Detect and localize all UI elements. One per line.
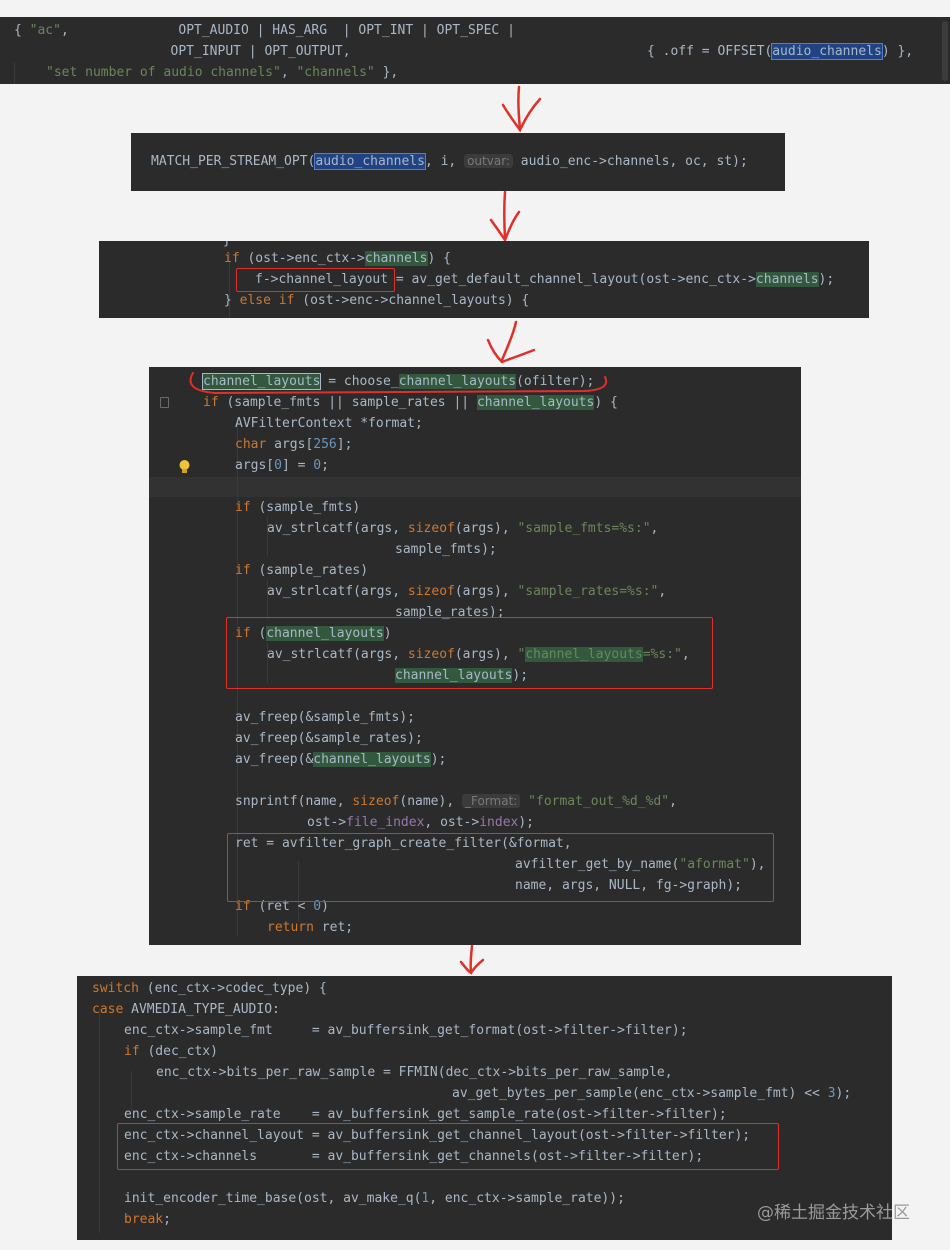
hand-drawn-arrow-icon [459, 944, 485, 975]
code-line: break; [124, 1212, 171, 1227]
code-line: MATCH_PER_STREAM_OPT(audio_channels, i, … [151, 153, 748, 170]
hand-drawn-arrow-icon [486, 320, 536, 364]
param-hint: _Format: [462, 794, 521, 808]
code-line: if (sample_rates) [235, 563, 369, 578]
annotation-box [117, 1123, 779, 1170]
code-line: } else if (ost->enc->channel_layouts) { [224, 293, 530, 308]
code-line: AVFilterContext *format; [235, 416, 423, 431]
code-line: switch (enc_ctx->codec_type) { [92, 981, 327, 996]
code-line: return ret; [267, 920, 354, 935]
annotation-box [226, 617, 713, 689]
identifier-highlight: audio_channels [771, 43, 883, 60]
code-line: enc_ctx->sample_fmt = av_buffersink_get_… [124, 1023, 688, 1038]
code-line: ost->file_index, ost->index); [307, 815, 535, 830]
code-line: args[0] = 0; [235, 458, 329, 473]
lightbulb-icon[interactable] [178, 459, 191, 475]
annotation-underline [189, 372, 608, 395]
code-line: av_freep(&sample_rates); [235, 731, 423, 746]
code-line: enc_ctx->bits_per_raw_sample = FFMIN(dec… [156, 1065, 673, 1080]
code-line: av_freep(&sample_fmts); [235, 710, 416, 725]
identifier-highlight: channel_layouts [313, 752, 431, 767]
code-line: if (ost->enc_ctx->channels) { [224, 251, 451, 266]
code-line: { .off = OFFSET(audio_channels) }, [647, 43, 914, 60]
code-line: sample_fmts); [395, 542, 497, 557]
code-line: av_strlcatf(args, sizeof(args), "sample_… [267, 521, 659, 536]
current-line-highlight [149, 477, 801, 497]
annotation-box [236, 268, 395, 292]
code-line: OPT_INPUT | OPT_OUTPUT, [14, 44, 351, 59]
fold-marker-icon[interactable] [160, 397, 169, 408]
code-line: if (sample_fmts) [235, 500, 361, 515]
param-hint: outvar: [464, 154, 513, 168]
code-panel-option-def: { "ac", OPT_AUDIO | HAS_ARG | OPT_INT | … [0, 17, 950, 84]
code-line: av_freep(&channel_layouts); [235, 752, 447, 767]
code-line: char args[256]; [235, 437, 353, 452]
code-line: { "ac", OPT_AUDIO | HAS_ARG | OPT_INT | … [14, 23, 515, 38]
code-line: av_get_bytes_per_sample(enc_ctx->sample_… [452, 1086, 852, 1101]
code-panel-channel-layout: } if (ost->enc_ctx->channels) { f->chann… [99, 241, 869, 318]
code-line: case AVMEDIA_TYPE_AUDIO: [92, 1002, 280, 1017]
code-panel-filter-config: channel_layouts = choose_channel_layouts… [149, 367, 801, 945]
scrollbar[interactable] [942, 21, 948, 81]
code-line: "set number of audio channels", "channel… [46, 65, 399, 80]
code-panel-match-per-stream: MATCH_PER_STREAM_OPT(audio_channels, i, … [131, 133, 785, 191]
identifier-highlight: audio_channels [314, 153, 426, 170]
identifier-highlight: channels [364, 251, 428, 266]
code-line: if (dec_ctx) [124, 1044, 218, 1059]
watermark: @稀土掘金技术社区 [757, 1203, 910, 1223]
code-line: snprintf(name, sizeof(name), _Format: "f… [235, 794, 677, 809]
code-line: enc_ctx->sample_rate = av_buffersink_get… [124, 1107, 727, 1122]
hand-drawn-arrow-icon [501, 85, 542, 133]
code-line: av_strlcatf(args, sizeof(args), "sample_… [267, 584, 667, 599]
annotation-box [227, 833, 774, 902]
identifier-highlight: channels [755, 272, 819, 287]
hand-drawn-arrow-icon [489, 190, 521, 243]
identifier-highlight: channel_layouts [476, 395, 595, 410]
code-line: init_encoder_time_base(ost, av_make_q(1,… [124, 1191, 625, 1206]
